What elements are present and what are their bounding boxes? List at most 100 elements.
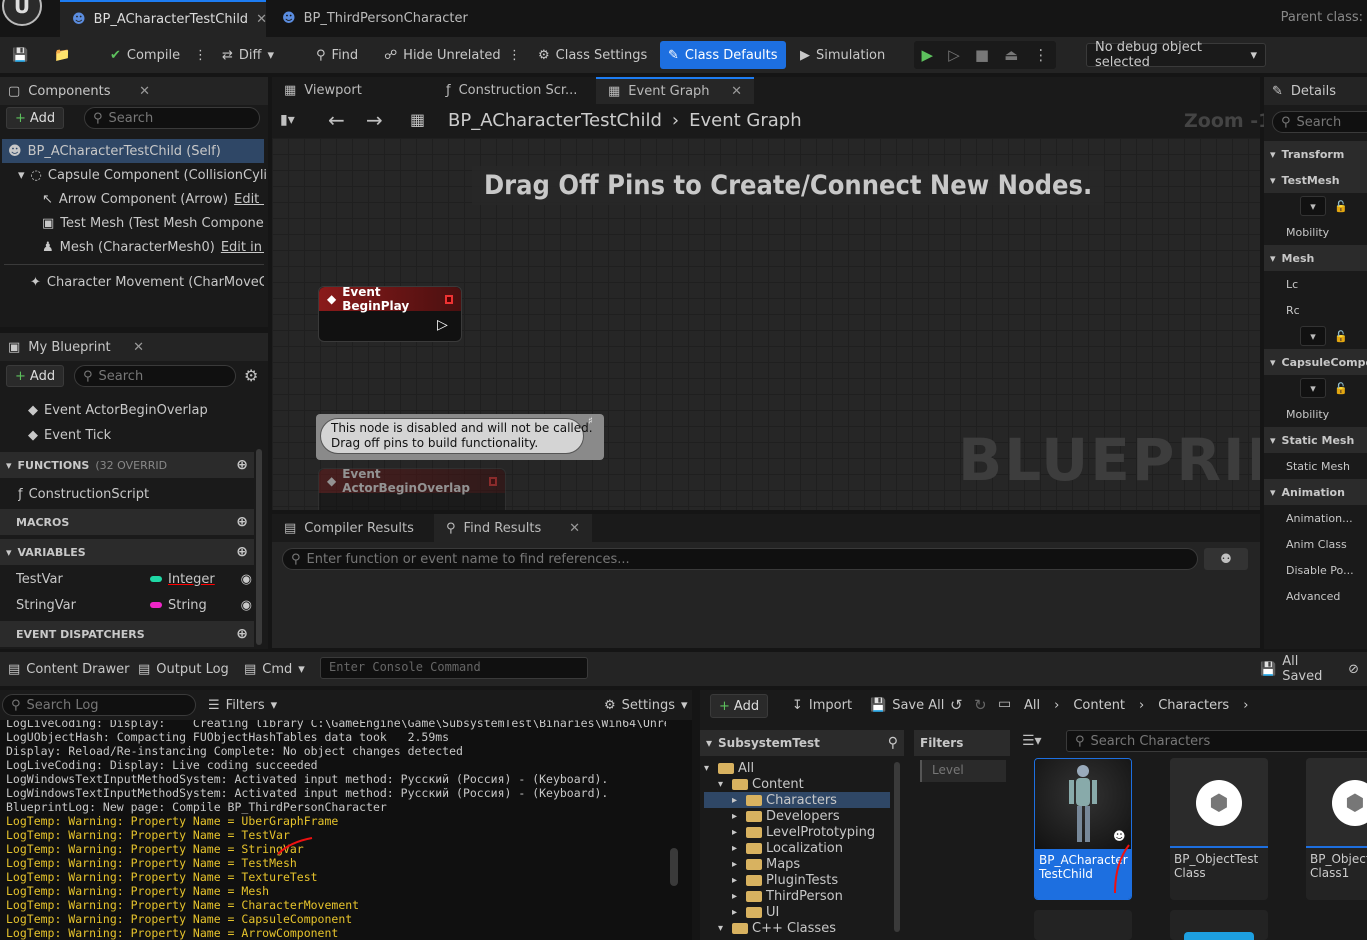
filter-level[interactable]: Level	[920, 760, 1006, 782]
details-category[interactable]: ▾ Static Mesh	[1264, 427, 1367, 453]
details-property-row[interactable]: Static Mesh	[1264, 453, 1367, 479]
folder-item[interactable]: ▾ C++ Classes	[704, 920, 890, 936]
back-arrow-icon[interactable]: ←	[328, 108, 345, 132]
variables-section[interactable]: ▾ VARIABLES ⊕	[0, 539, 254, 565]
lock-icon[interactable]: 🔓	[1334, 330, 1348, 343]
more-options-icon[interactable]: ⋮	[500, 41, 529, 69]
asset-tile-bp-object-class1[interactable]: ⬢ BP_Object Class1	[1306, 758, 1367, 900]
search-icon[interactable]: ⚲	[888, 735, 898, 751]
component-item-arrow[interactable]: ↖Arrow Component (Arrow)Edit in C	[42, 187, 264, 211]
component-item-character-movement[interactable]: ✦ Character Movement (CharMoveCon	[30, 270, 264, 294]
tab-bp-thirdpersoncharacter[interactable]: ☻ BP_ThirdPersonCharacter	[270, 0, 470, 37]
bookmark-icon[interactable]: ▮▾	[280, 112, 295, 128]
log-viewport[interactable]: LogLiveCoding: Display: Creating library…	[0, 720, 692, 940]
all-saved-button[interactable]: 💾 All Saved ⊘	[1252, 654, 1367, 684]
gear-icon[interactable]: ⚙	[244, 366, 258, 385]
folder-item[interactable]: ▸ PluginTests	[704, 872, 890, 888]
component-item-self[interactable]: ☻ BP_ACharacterTestChild (Self)	[2, 139, 264, 163]
save-icon[interactable]: 💾	[4, 41, 36, 69]
close-icon[interactable]: ✕	[731, 84, 742, 99]
folder-item[interactable]: ▾ Content	[704, 776, 890, 792]
find-in-all-blueprints-button[interactable]: ⚉	[1204, 548, 1248, 570]
folder-item[interactable]: ▸ ThirdPerson	[704, 888, 890, 904]
event-item-actorbeginoverlap[interactable]: ◆ Event ActorBeginOverlap	[28, 398, 208, 422]
details-category[interactable]: ▾ Transform	[1264, 141, 1367, 167]
edit-in-cpp-link[interactable]: Edit in C+	[221, 240, 264, 255]
visibility-eye-icon[interactable]: ◉	[241, 572, 252, 587]
details-property-row[interactable]: ▾ 🔓	[1264, 193, 1367, 219]
folder-item[interactable]: ▸ Maps	[704, 856, 890, 872]
console-command-input[interactable]: Enter Console Command	[320, 657, 588, 679]
details-property-row[interactable]: Animation...	[1264, 505, 1367, 531]
folder-item[interactable]: ▾ All	[704, 760, 890, 776]
lock-icon[interactable]: 🔓	[1334, 200, 1348, 213]
function-item-constructionscript[interactable]: ƒ ConstructionScript	[18, 482, 149, 506]
details-search-input[interactable]: ⚲ Search	[1272, 111, 1367, 133]
variable-item-testvar[interactable]: TestVar Integer ◉	[16, 567, 252, 591]
chevron-right-icon[interactable]: ▸	[732, 843, 742, 854]
history-back-icon[interactable]: ↺	[950, 696, 963, 714]
chevron-right-icon[interactable]: ▸	[732, 875, 742, 886]
details-category[interactable]: ▾ CapsuleCompon	[1264, 349, 1367, 375]
details-property-row[interactable]: ▾ 🔓	[1264, 323, 1367, 349]
chevron-right-icon[interactable]: ▸	[732, 907, 742, 918]
add-circle-icon[interactable]: ⊕	[236, 626, 248, 642]
asset-tile-partial[interactable]	[1034, 910, 1132, 940]
tab-bp-acharactertestchild[interactable]: ☻ BP_ACharacterTestChild ✕	[60, 0, 267, 37]
simulation-button[interactable]: ▶ Simulation	[792, 41, 893, 69]
exec-pin-icon[interactable]: ▷	[437, 317, 448, 333]
details-property-row[interactable]: Advanced	[1264, 583, 1367, 609]
asset-tile-bp-acharactertestchild[interactable]: ☻ BP_ACharacter TestChild	[1034, 758, 1132, 900]
filter-icon[interactable]: ☰▾	[1022, 733, 1042, 749]
add-circle-icon[interactable]: ⊕	[236, 514, 248, 530]
chevron-right-icon[interactable]: ▸	[732, 795, 742, 806]
chevron-right-icon[interactable]: ▸	[732, 859, 742, 870]
compile-options-icon[interactable]: ⋮	[186, 41, 215, 69]
folder-item[interactable]: ▸ Characters	[704, 792, 890, 808]
add-member-button[interactable]: + Add	[6, 365, 65, 387]
folder-item[interactable]: ▸ LevelPrototyping	[704, 824, 890, 840]
step-icon[interactable]: ▷	[948, 46, 960, 64]
debug-object-select[interactable]: No debug object selected ▾	[1086, 40, 1266, 70]
import-button[interactable]: ↧ Import	[784, 693, 860, 717]
log-scrollbar[interactable]	[670, 848, 678, 886]
component-item-mesh[interactable]: ♟Mesh (CharacterMesh0)Edit in C+	[42, 235, 264, 259]
dropdown-button[interactable]: ▾	[1300, 378, 1326, 398]
event-dispatchers-section[interactable]: EVENT DISPATCHERS ⊕	[0, 621, 254, 647]
details-property-row[interactable]: Rc	[1264, 297, 1367, 323]
details-property-row[interactable]: Anim Class	[1264, 531, 1367, 557]
chevron-right-icon[interactable]: ▸	[732, 891, 742, 902]
folder-item[interactable]: ▸ Localization	[704, 840, 890, 856]
content-drawer-button[interactable]: ▤ Content Drawer	[0, 655, 137, 683]
node-event-actorbeginoverlap[interactable]: ◆ Event ActorBeginOverlap	[318, 467, 506, 510]
close-icon[interactable]: ✕	[133, 340, 144, 355]
details-property-row[interactable]: Mobility	[1264, 401, 1367, 427]
details-property-row[interactable]: Lc	[1264, 271, 1367, 297]
folder-item[interactable]: ▸ UI	[704, 904, 890, 920]
chevron-down-icon[interactable]: ▾	[718, 923, 728, 934]
visibility-eye-icon[interactable]: ◉	[241, 598, 252, 613]
lock-icon[interactable]: 🔓	[1334, 382, 1348, 395]
close-icon[interactable]: ✕	[569, 521, 580, 536]
stop-icon[interactable]: ■	[975, 46, 989, 64]
details-category[interactable]: ▾ TestMesh	[1264, 167, 1367, 193]
tab-compiler-results[interactable]: ▤ Compiler Results	[272, 514, 432, 542]
forward-arrow-icon[interactable]: →	[366, 108, 383, 132]
chevron-down-icon[interactable]: ▾	[718, 779, 728, 790]
cmd-select[interactable]: ▤ Cmd ▾	[236, 655, 313, 683]
folder-item[interactable]: ▸ Developers	[704, 808, 890, 824]
tab-construction-script[interactable]: ƒ Construction Scr...	[434, 77, 592, 104]
details-category[interactable]: ▾ Animation	[1264, 479, 1367, 505]
close-icon[interactable]: ✕	[139, 84, 150, 99]
find-button[interactable]: ⚲ Find	[308, 41, 366, 69]
node-event-beginplay[interactable]: ◆ Event BeginPlay ▷	[318, 285, 462, 342]
log-settings-button[interactable]: ⚙ Settings ▾	[596, 693, 696, 717]
event-graph-canvas[interactable]: Drag Off Pins to Create/Connect New Node…	[272, 138, 1260, 510]
browse-icon[interactable]: 📁	[46, 41, 78, 69]
details-property-row[interactable]: Mobility	[1264, 219, 1367, 245]
tab-event-graph[interactable]: ▦ Event Graph ✕	[596, 77, 754, 104]
delegate-pin-icon[interactable]	[488, 476, 497, 486]
asset-tile-partial[interactable]	[1170, 910, 1268, 940]
tree-scrollbar[interactable]	[894, 762, 900, 932]
event-item-tick[interactable]: ◆ Event Tick	[28, 423, 111, 447]
